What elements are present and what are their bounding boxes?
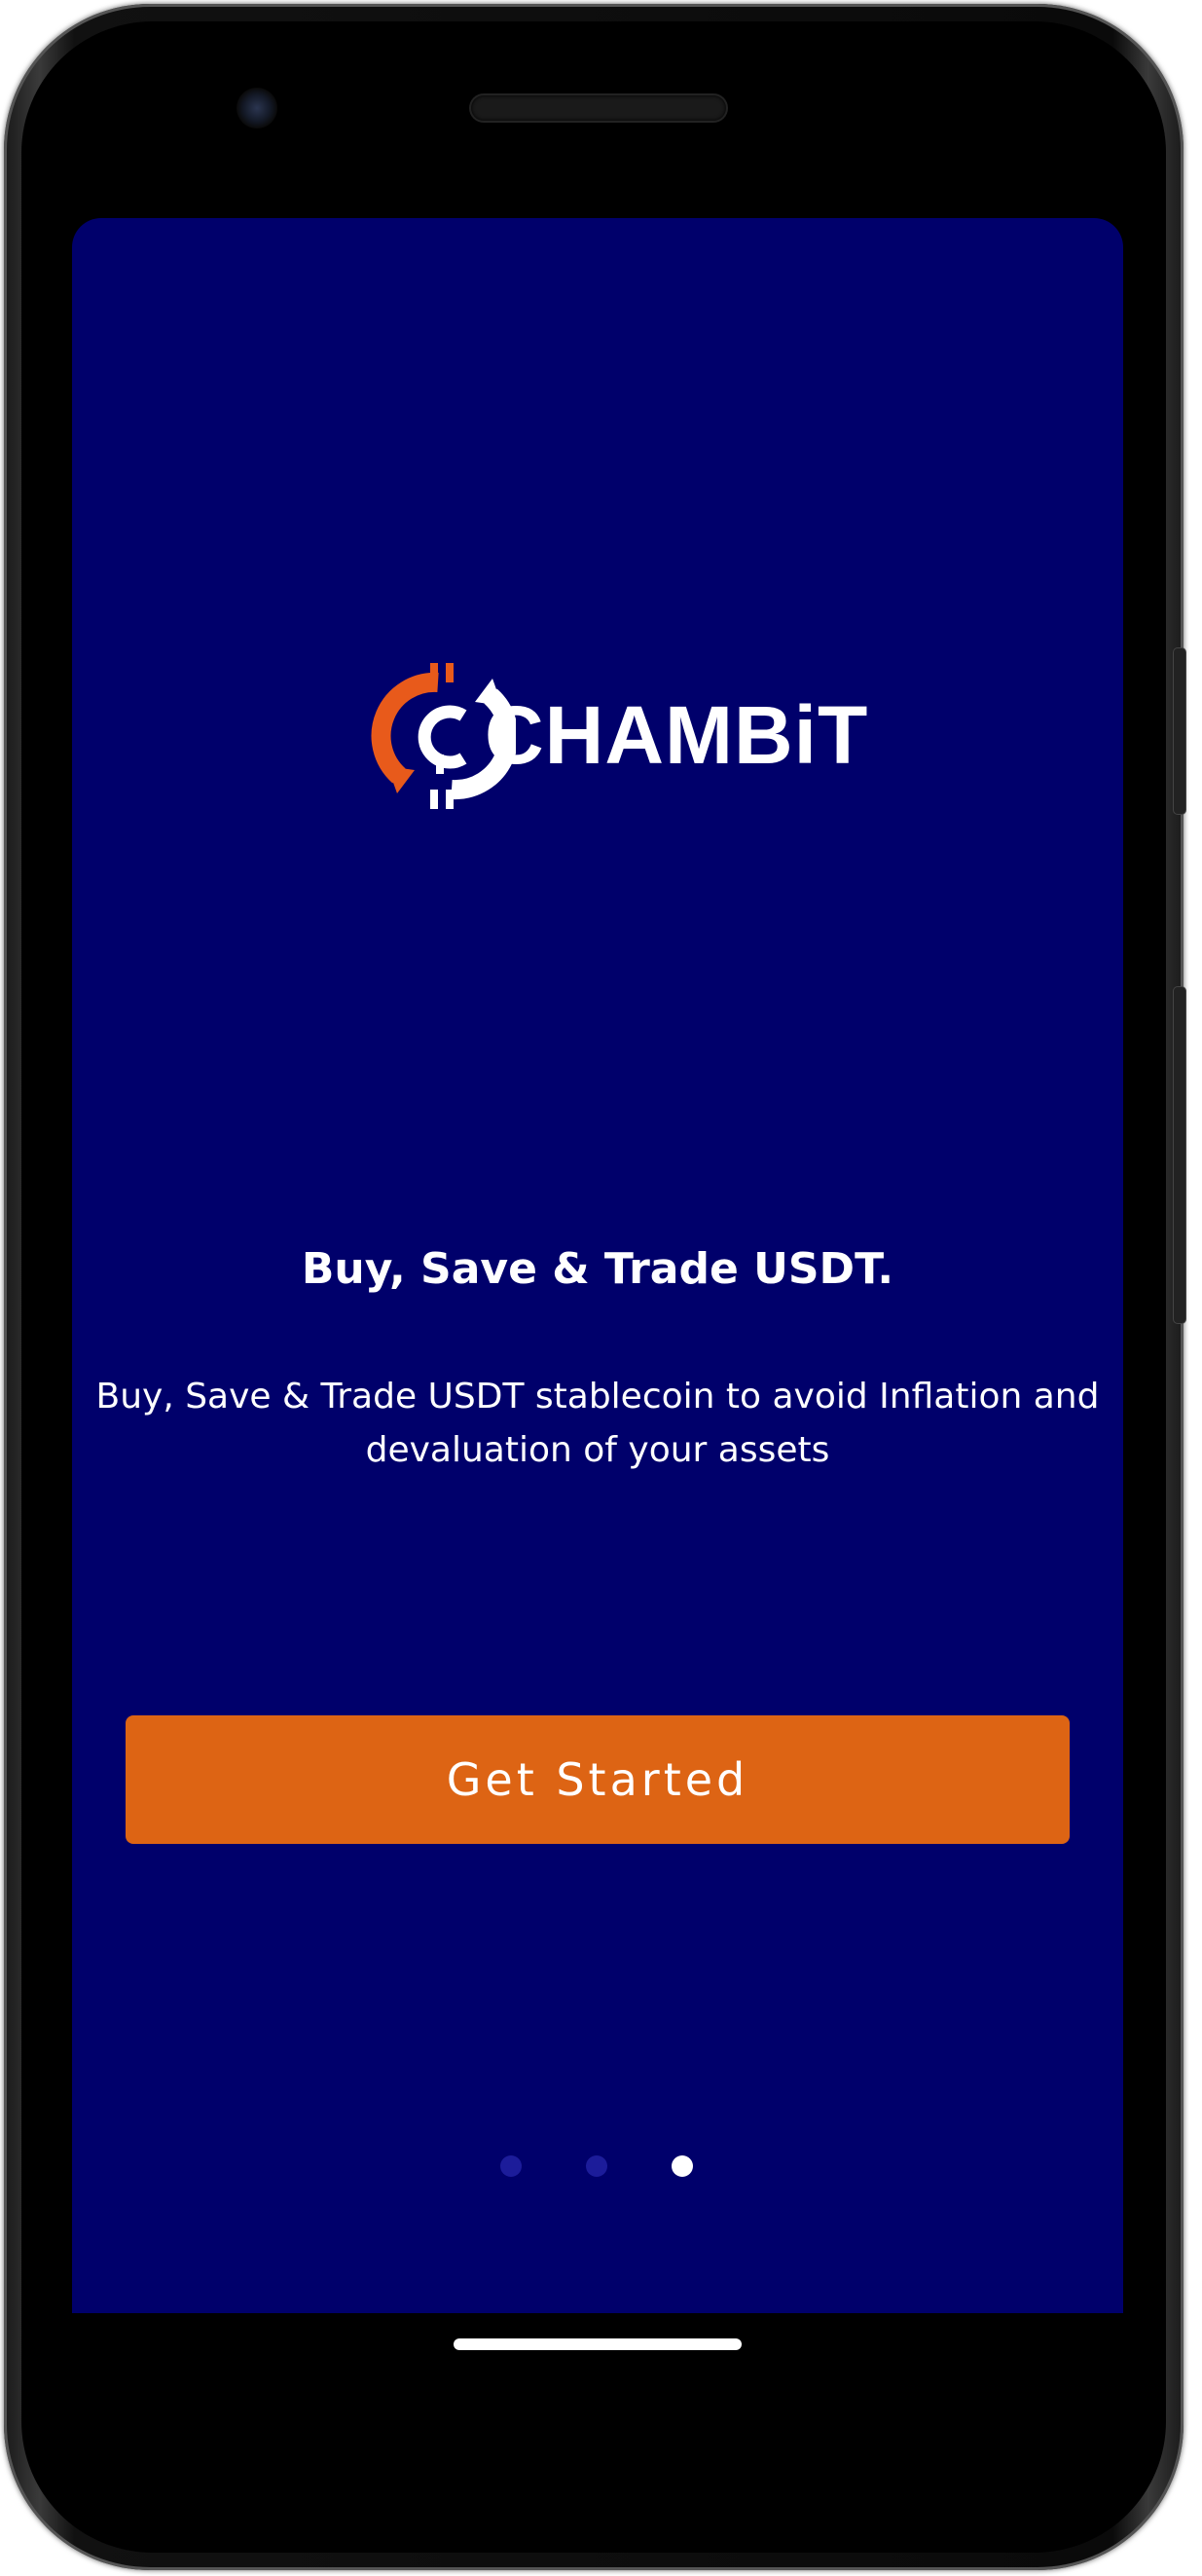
home-indicator[interactable] bbox=[454, 2338, 742, 2350]
onboarding-screen: CHAMBiT Buy, Save & Trade USDT. Buy, Sav… bbox=[72, 218, 1123, 2313]
volume-button bbox=[1174, 987, 1185, 1323]
power-button bbox=[1174, 648, 1185, 814]
page-indicator bbox=[72, 2155, 1123, 2179]
page-dot-3-active[interactable] bbox=[672, 2155, 693, 2177]
earpiece-speaker bbox=[471, 95, 726, 121]
brand-name: CHAMBiT bbox=[485, 689, 869, 781]
get-started-button[interactable]: Get Started bbox=[126, 1715, 1070, 1844]
brand-logo: CHAMBiT bbox=[370, 661, 867, 812]
phone-frame: CHAMBiT Buy, Save & Trade USDT. Buy, Sav… bbox=[4, 4, 1185, 2570]
page-dot-2[interactable] bbox=[586, 2155, 607, 2177]
onboarding-description: Buy, Save & Trade USDT stablecoin to avo… bbox=[95, 1377, 1100, 1470]
onboarding-title: Buy, Save & Trade USDT. bbox=[301, 1244, 894, 1294]
front-camera-icon bbox=[237, 88, 277, 129]
page-dot-1[interactable] bbox=[500, 2155, 522, 2177]
